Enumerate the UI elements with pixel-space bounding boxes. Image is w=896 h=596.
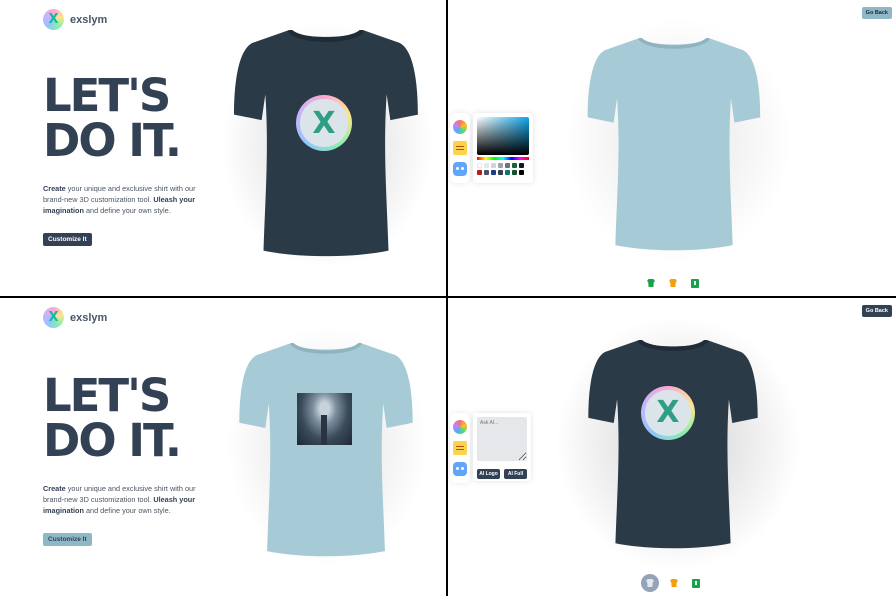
color-swatch[interactable] xyxy=(484,170,489,175)
color-swatch[interactable] xyxy=(505,170,510,175)
ai-logo-button[interactable]: AI Logo xyxy=(477,469,500,479)
brand-logo: X xyxy=(43,307,64,328)
customizer-panel-ai: Go Back X AI Logo AI Full xyxy=(448,298,896,596)
download-icon xyxy=(692,578,700,588)
color-swatch[interactable] xyxy=(498,163,503,168)
customize-button[interactable]: Customize It xyxy=(43,233,92,246)
file-picker-icon[interactable] xyxy=(453,440,467,455)
shirt-logo-decal: X xyxy=(641,386,695,440)
color-swatch[interactable] xyxy=(491,170,496,175)
headline-line1: LET'S xyxy=(43,69,171,122)
filter-tabs xyxy=(644,276,702,290)
full-shirt-tab[interactable] xyxy=(667,576,681,590)
tshirt-model[interactable] xyxy=(581,38,767,252)
color-swatch[interactable] xyxy=(498,170,503,175)
hue-slider[interactable] xyxy=(477,157,529,160)
shirt-logo-decal: X xyxy=(296,95,352,151)
headline-line1: LET'S xyxy=(43,369,171,422)
brand: X exslym xyxy=(43,307,107,328)
color-swatch[interactable] xyxy=(477,170,482,175)
download-tab[interactable] xyxy=(689,576,703,590)
go-back-button[interactable]: Go Back xyxy=(861,305,892,317)
ai-buttons: AI Logo AI Full xyxy=(477,469,527,479)
shirt-image-decal xyxy=(297,393,352,445)
go-back-button[interactable]: Go Back xyxy=(861,7,892,19)
color-swatch[interactable] xyxy=(519,170,524,175)
color-swatch[interactable] xyxy=(477,163,482,168)
color-swatch[interactable] xyxy=(519,163,524,168)
ai-picker: AI Logo AI Full xyxy=(473,413,531,481)
full-shirt-icon xyxy=(670,579,678,587)
logo-shirt-tab[interactable] xyxy=(641,574,659,592)
filter-tabs xyxy=(641,574,703,592)
tshirt-model[interactable] xyxy=(578,340,768,550)
color-swatch[interactable] xyxy=(512,170,517,175)
logo-shirt-tab[interactable] xyxy=(644,276,658,290)
download-icon xyxy=(691,278,699,288)
editor-tabs xyxy=(450,113,470,183)
ai-picker-icon[interactable] xyxy=(453,162,467,177)
color-swatch[interactable] xyxy=(491,163,496,168)
customizer-panel-color: Go Back xyxy=(448,0,896,296)
full-shirt-tab[interactable] xyxy=(666,276,680,290)
ai-prompt-input[interactable] xyxy=(477,417,527,461)
download-tab[interactable] xyxy=(688,276,702,290)
brand-logo: X xyxy=(43,9,64,30)
ai-picker-icon[interactable] xyxy=(453,462,467,477)
headline-line2: DO IT. xyxy=(43,414,182,467)
color-swatch[interactable] xyxy=(484,163,489,168)
color-swatches xyxy=(477,163,529,175)
color-picker-icon[interactable] xyxy=(453,419,467,434)
color-swatch[interactable] xyxy=(512,163,517,168)
hero-description: Create your unique and exclusive shirt w… xyxy=(43,184,196,215)
headline-line2: DO IT. xyxy=(43,114,182,167)
headline: LET'S DO IT. xyxy=(43,69,182,167)
logo-shirt-icon xyxy=(647,279,655,287)
tshirt-model[interactable] xyxy=(232,343,420,558)
logo-shirt-icon xyxy=(646,579,654,587)
color-picker xyxy=(473,113,533,183)
full-shirt-icon xyxy=(669,279,677,287)
headline: LET'S DO IT. xyxy=(43,369,182,467)
ai-full-button[interactable]: AI Full xyxy=(504,469,527,479)
brand-name: exslym xyxy=(70,311,108,324)
editor-tabs xyxy=(450,413,470,483)
brand: X exslym xyxy=(43,9,107,30)
hero-description: Create your unique and exclusive shirt w… xyxy=(43,484,196,515)
saturation-area[interactable] xyxy=(477,117,529,155)
customize-button[interactable]: Customize It xyxy=(43,533,92,546)
home-panel-dark: X exslym LET'S DO IT. Create your unique… xyxy=(0,0,446,296)
color-picker-icon[interactable] xyxy=(453,119,467,134)
brand-name: exslym xyxy=(70,13,108,26)
home-panel-light: X exslym LET'S DO IT. Create your unique… xyxy=(0,298,446,596)
file-picker-icon[interactable] xyxy=(453,140,467,155)
color-swatch[interactable] xyxy=(505,163,510,168)
